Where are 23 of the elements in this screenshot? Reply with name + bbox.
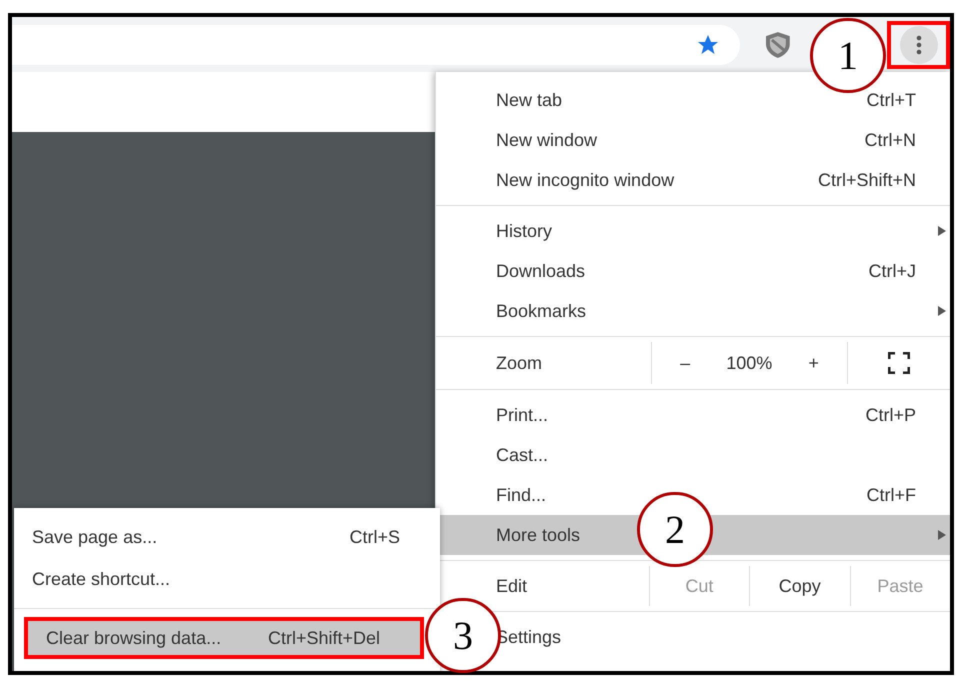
shortcut-text: Ctrl+P: [865, 404, 916, 426]
menu-item-label: Zoom: [495, 352, 544, 374]
menu-item-label: History: [496, 220, 552, 243]
menu-item-label: Print...: [496, 404, 548, 426]
menu-item-label: Clear browsing data...: [46, 626, 222, 650]
menu-item-label: Find...: [496, 484, 546, 506]
menu-item-label: Bookmarks: [496, 300, 586, 322]
shortcut-text: Ctrl+N: [864, 128, 916, 152]
shortcut-text: Ctrl+Shift+N: [818, 168, 916, 192]
shortcut-text: Ctrl+Shift+Del: [268, 626, 380, 650]
menu-item-label: More tools: [496, 524, 580, 546]
menu-item-label: Edit: [495, 574, 528, 598]
menu-item-label: New tab: [496, 88, 562, 112]
shortcut-text: Ctrl+J: [868, 260, 916, 282]
shortcut-text: Ctrl+F: [866, 484, 916, 506]
menu-item-label: Cast...: [496, 444, 548, 466]
shortcut-text: Ctrl+S: [349, 526, 400, 548]
menu-item-label: Create shortcut...: [32, 568, 170, 590]
menu-item-label: Save page as...: [32, 526, 158, 549]
menu-item-label: Downloads: [496, 260, 586, 282]
menu-item-label: New window: [496, 128, 598, 152]
zoom-level: 100%: [726, 352, 772, 374]
menu-item-label: New incognito window: [496, 168, 674, 192]
